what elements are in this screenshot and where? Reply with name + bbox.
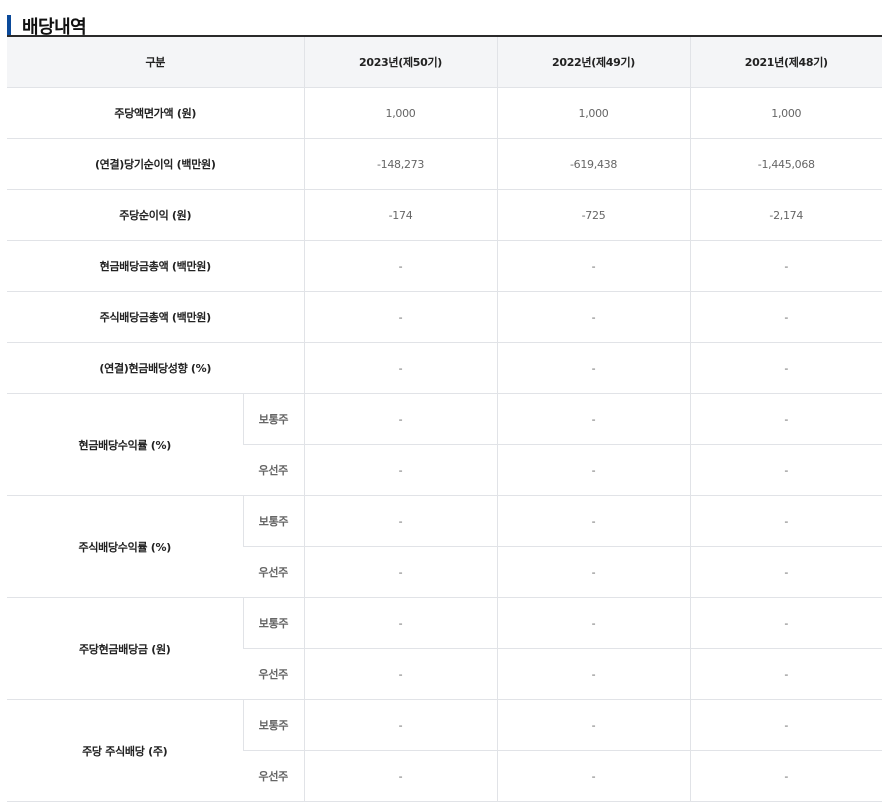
cell-value: - <box>689 291 883 343</box>
cell-value: - <box>303 750 498 802</box>
cell-value: -2,174 <box>689 189 883 241</box>
cell-value: -174 <box>303 189 498 241</box>
sub-label: 우선주 <box>243 750 305 802</box>
row-label: 주식배당금총액 (백만원) <box>7 291 305 343</box>
cell-value: - <box>303 342 498 394</box>
sub-label: 보통주 <box>242 393 305 445</box>
header-year-2021: 2021년(제48기) <box>689 36 883 88</box>
header-year-2022: 2022년(제49기) <box>496 36 691 88</box>
cell-value: -619,438 <box>496 138 691 190</box>
sub-label: 보통주 <box>242 495 305 547</box>
table-row: 주식배당금총액 (백만원) - - - <box>7 291 883 343</box>
cell-value: - <box>689 648 883 700</box>
cell-value: 1,000 <box>303 87 498 139</box>
cell-value: 1,000 <box>689 87 883 139</box>
cell-value: - <box>303 546 498 598</box>
cell-value: - <box>496 699 691 751</box>
header-year-2023: 2023년(제50기) <box>303 36 498 88</box>
cell-value: - <box>303 495 498 547</box>
cell-value: - <box>689 546 883 598</box>
table-header-row: 구분 2023년(제50기) 2022년(제49기) 2021년(제48기) <box>7 36 883 88</box>
cell-value: -725 <box>496 189 691 241</box>
section-title: 배당내역 <box>7 14 87 38</box>
header-category: 구분 <box>7 36 305 88</box>
table-row: 주식배당수익률 (%) 보통주 - - - <box>7 495 883 598</box>
dividend-table: 구분 2023년(제50기) 2022년(제49기) 2021년(제48기) 주… <box>7 35 883 802</box>
cell-value: - <box>496 342 691 394</box>
cell-value: - <box>496 495 691 547</box>
cell-value: - <box>689 699 883 751</box>
table-row: 주당현금배당금 (원) 보통주 - - - <box>7 597 883 700</box>
cell-value: - <box>496 240 691 292</box>
sub-label: 보통주 <box>242 597 305 649</box>
cell-value: - <box>689 342 883 394</box>
table-row: 현금배당금총액 (백만원) - - - <box>7 240 883 292</box>
cell-value: - <box>496 393 691 445</box>
cell-value: - <box>303 393 498 445</box>
cell-value: 1,000 <box>496 87 691 139</box>
table-row: 주당순이익 (원) -174 -725 -2,174 <box>7 189 883 241</box>
sub-label: 우선주 <box>243 648 305 700</box>
cell-value: - <box>303 597 498 649</box>
cell-value: - <box>496 648 691 700</box>
sub-label: 우선주 <box>243 546 305 598</box>
cell-value: - <box>496 750 691 802</box>
cell-value: - <box>496 546 691 598</box>
group-label: 주식배당수익률 (%) <box>7 495 243 598</box>
row-label: (연결)현금배당성향 (%) <box>7 342 305 394</box>
table-row: (연결)당기순이익 (백만원) -148,273 -619,438 -1,445… <box>7 138 883 190</box>
cell-value: - <box>303 444 498 496</box>
cell-value: - <box>303 291 498 343</box>
row-label: 주당순이익 (원) <box>7 189 305 241</box>
cell-value: - <box>496 444 691 496</box>
table-row: 주당 주식배당 (주) 보통주 - - - <box>7 699 883 802</box>
sub-label: 보통주 <box>242 699 305 751</box>
cell-value: - <box>689 597 883 649</box>
table-row: 현금배당수익률 (%) 보통주 - - - <box>7 393 883 496</box>
group-label: 주당 주식배당 (주) <box>7 699 243 802</box>
table-row: (연결)현금배당성향 (%) - - - <box>7 342 883 394</box>
table-row: 주당액면가액 (원) 1,000 1,000 1,000 <box>7 87 883 139</box>
cell-value: - <box>689 750 883 802</box>
cell-value: - <box>303 648 498 700</box>
cell-value: - <box>496 597 691 649</box>
row-label: (연결)당기순이익 (백만원) <box>7 138 305 190</box>
cell-value: - <box>496 291 691 343</box>
group-label: 주당현금배당금 (원) <box>7 597 243 700</box>
row-label: 주당액면가액 (원) <box>7 87 305 139</box>
cell-value: - <box>689 393 883 445</box>
cell-value: -1,445,068 <box>689 138 883 190</box>
cell-value: - <box>689 444 883 496</box>
cell-value: - <box>303 240 498 292</box>
cell-value: - <box>689 240 883 292</box>
row-label: 현금배당금총액 (백만원) <box>7 240 305 292</box>
cell-value: - <box>303 699 498 751</box>
group-label: 현금배당수익률 (%) <box>7 393 243 496</box>
cell-value: - <box>689 495 883 547</box>
cell-value: -148,273 <box>303 138 498 190</box>
sub-label: 우선주 <box>243 444 305 496</box>
